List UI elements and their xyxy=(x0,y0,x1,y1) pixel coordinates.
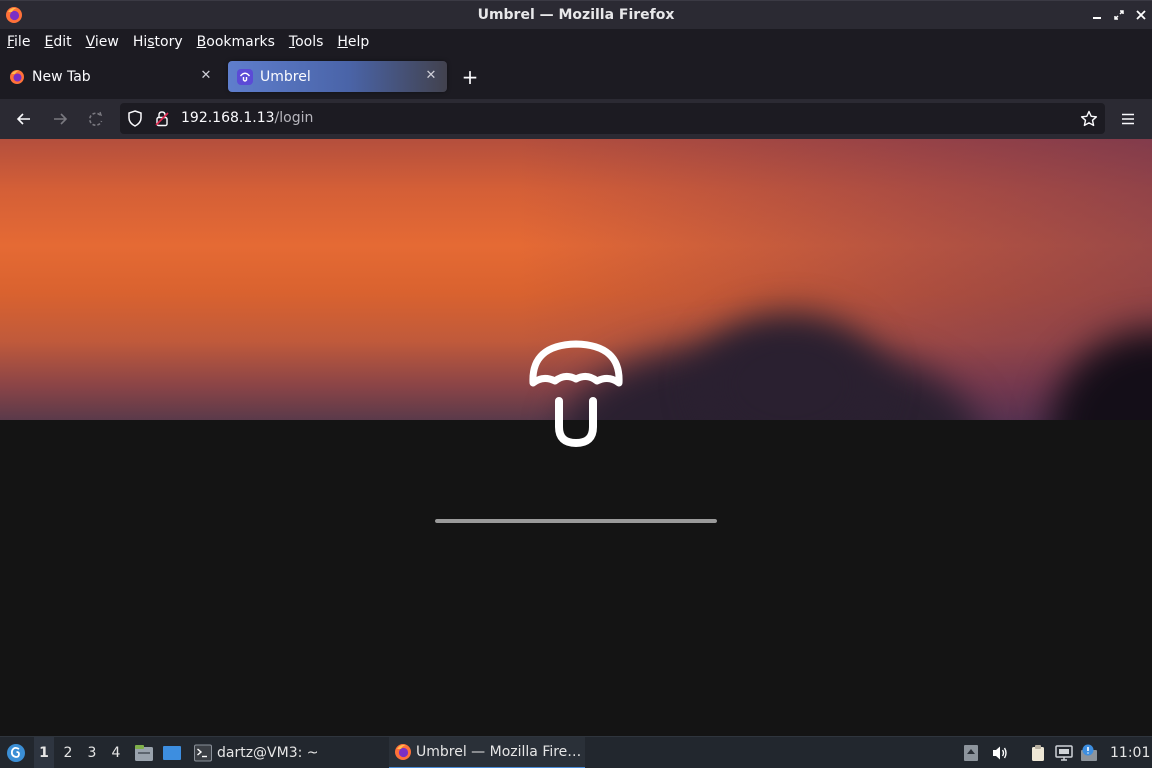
page-content xyxy=(0,139,1152,736)
debian-swirl-icon xyxy=(7,744,25,762)
file-manager-icon xyxy=(135,745,153,761)
terminal-window-label: dartz@VM3: ~ xyxy=(217,745,319,761)
desktop-taskbar: 1 2 3 4 dartz@VM3: ~ Umbrel — Mozilla Fi… xyxy=(0,736,1152,768)
workspace-3-button[interactable]: 3 xyxy=(82,737,102,768)
menu-file[interactable]: File xyxy=(7,34,30,50)
tab-strip: New Tab ✕ Umbrel ✕ + xyxy=(0,54,1152,99)
restore-icon xyxy=(1114,10,1124,20)
insecure-lock-icon[interactable] xyxy=(154,110,170,127)
maximize-button[interactable] xyxy=(1110,6,1128,24)
tab-umbrel[interactable]: Umbrel ✕ xyxy=(228,61,447,92)
tray-expand-icon[interactable] xyxy=(962,744,980,762)
desktop-icon xyxy=(163,746,181,760)
arrow-right-icon xyxy=(54,113,68,125)
taskbar-terminal-window[interactable]: dartz@VM3: ~ xyxy=(194,737,319,768)
firefox-window-label: Umbrel — Mozilla Fire… xyxy=(416,744,582,760)
hamburger-menu-icon xyxy=(1122,113,1134,125)
close-icon xyxy=(1136,10,1146,20)
terminal-icon xyxy=(194,744,212,762)
loading-progress-fill xyxy=(435,519,717,523)
clock-time: 11:01 xyxy=(1110,745,1151,761)
app-menu-button[interactable] xyxy=(1117,108,1139,130)
reload-icon xyxy=(88,111,103,127)
bookmark-star-icon[interactable] xyxy=(1080,110,1098,128)
firefox-icon xyxy=(10,69,24,84)
reload-button[interactable] xyxy=(85,108,107,130)
navigation-toolbar: 192.168.1.13/login xyxy=(0,99,1152,139)
back-button[interactable] xyxy=(13,108,35,130)
menu-bookmarks[interactable]: Bookmarks xyxy=(197,34,275,50)
tab-label: New Tab xyxy=(32,68,91,85)
menu-help[interactable]: Help xyxy=(337,34,369,50)
url-host: 192.168.1.13 xyxy=(181,110,275,126)
firefox-icon xyxy=(6,7,22,23)
menu-bar: File Edit View History Bookmarks Tools H… xyxy=(0,29,1152,54)
volume-icon[interactable] xyxy=(991,744,1009,762)
window-title: Umbrel — Mozilla Firefox xyxy=(477,7,675,23)
close-window-button[interactable] xyxy=(1132,6,1150,24)
menu-view[interactable]: View xyxy=(86,34,119,50)
url-text: 192.168.1.13/login xyxy=(181,110,313,126)
workspace-2-button[interactable]: 2 xyxy=(58,737,78,768)
arrow-left-icon xyxy=(16,113,30,125)
tab-new-tab[interactable]: New Tab ✕ xyxy=(0,61,222,92)
close-tab-icon[interactable]: ✕ xyxy=(198,68,214,84)
forward-button[interactable] xyxy=(49,108,71,130)
workspace-label: 4 xyxy=(111,745,121,761)
url-bar[interactable]: 192.168.1.13/login xyxy=(120,103,1105,134)
tab-label: Umbrel xyxy=(260,68,311,85)
firefox-icon xyxy=(395,744,411,760)
umbrel-favicon-icon xyxy=(237,68,253,85)
plus-icon: + xyxy=(461,65,479,89)
minimize-button[interactable] xyxy=(1088,6,1106,24)
network-icon[interactable] xyxy=(1055,744,1073,762)
menu-history[interactable]: History xyxy=(133,34,183,50)
clock[interactable]: 11:01 xyxy=(1110,737,1150,768)
show-desktop-button[interactable] xyxy=(162,737,184,768)
umbrel-logo-icon xyxy=(529,340,623,448)
workspace-1-button[interactable]: 1 xyxy=(34,737,54,768)
start-menu-button[interactable] xyxy=(4,737,28,768)
loading-progress-bar xyxy=(435,519,717,523)
workspace-4-button[interactable]: 4 xyxy=(106,737,126,768)
minimize-icon xyxy=(1093,17,1101,19)
new-tab-button[interactable]: + xyxy=(459,67,481,89)
menu-tools[interactable]: Tools xyxy=(289,34,324,50)
workspace-label: 1 xyxy=(39,745,49,761)
menu-edit[interactable]: Edit xyxy=(44,34,71,50)
clipboard-icon[interactable] xyxy=(1029,744,1047,762)
taskbar-firefox-window[interactable]: Umbrel — Mozilla Fire… xyxy=(389,737,585,768)
file-manager-launcher[interactable] xyxy=(134,737,156,768)
workspace-label: 2 xyxy=(63,745,73,761)
close-tab-icon[interactable]: ✕ xyxy=(423,68,439,84)
workspace-label: 3 xyxy=(87,745,97,761)
url-path: /login xyxy=(274,110,314,126)
update-notification-icon[interactable] xyxy=(1080,744,1098,762)
tracking-protection-shield-icon[interactable] xyxy=(127,110,143,127)
window-titlebar: Umbrel — Mozilla Firefox xyxy=(0,0,1152,29)
